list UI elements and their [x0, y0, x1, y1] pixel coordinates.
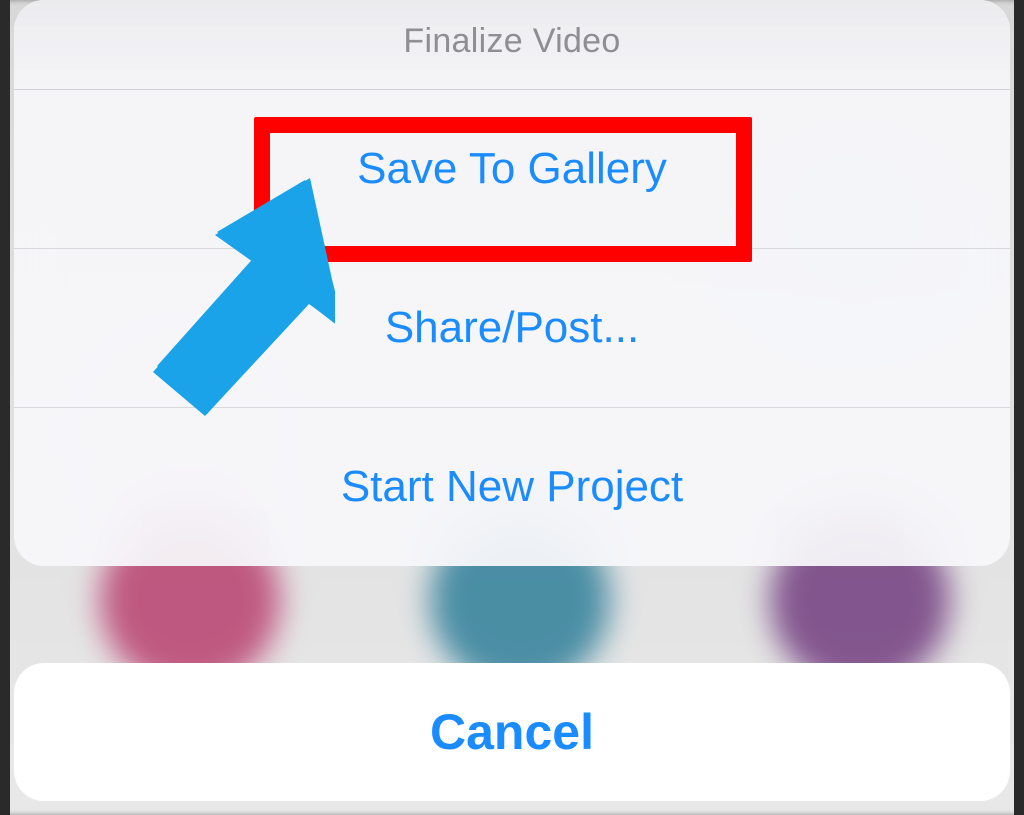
share-post-option[interactable]: Share/Post... — [14, 249, 1010, 408]
device-frame-left — [0, 0, 10, 815]
action-sheet: Finalize Video Save To Gallery Share/Pos… — [14, 0, 1010, 566]
cancel-button[interactable]: Cancel — [14, 663, 1010, 801]
action-sheet-header: Finalize Video — [14, 0, 1010, 90]
start-new-project-option[interactable]: Start New Project — [14, 408, 1010, 566]
cancel-button-label: Cancel — [430, 704, 594, 760]
save-to-gallery-option[interactable]: Save To Gallery — [14, 90, 1010, 249]
device-frame-right — [1014, 0, 1024, 815]
action-sheet-title: Finalize Video — [14, 22, 1010, 61]
